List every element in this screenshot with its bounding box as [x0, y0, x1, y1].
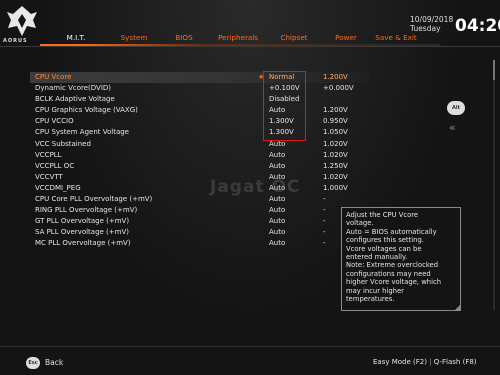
setting-label: CPU Vcore — [35, 73, 72, 81]
setting-label: Dynamic Vcore(DVID) — [35, 84, 112, 93]
aorus-logo — [5, 4, 39, 40]
setting-row[interactable]: VCC Substained Auto 1.020V — [30, 139, 370, 150]
help-line: configurations may need — [346, 269, 431, 278]
setting-row[interactable]: VCCPLL OC Auto 1.250V — [30, 161, 370, 172]
setting-current: 0.950V — [323, 117, 348, 126]
setting-value[interactable]: Auto — [269, 227, 285, 238]
setting-current: - — [323, 206, 326, 215]
setting-current: 1.000V — [323, 183, 348, 192]
help-corner-decoration — [454, 304, 461, 311]
setting-current: - — [323, 217, 326, 226]
setting-value[interactable]: Auto — [269, 161, 285, 172]
qflash-link[interactable]: Q-Flash (F8) — [434, 358, 477, 366]
setting-current: 1.020V — [323, 150, 348, 159]
setting-row[interactable]: CPU Graphics Voltage (VAXG) Auto 1.200V — [30, 105, 370, 116]
header: AORUS 10/09/2018 Tuesday 04:20 M.I.T. Sy… — [0, 0, 500, 47]
back-label[interactable]: Back — [45, 358, 63, 367]
setting-current: - — [323, 195, 326, 204]
help-line: Vcore voltages can be — [346, 244, 422, 253]
date-display: 10/09/2018 Tuesday — [410, 15, 453, 33]
help-line: higher Vcore voltage, which — [346, 278, 442, 287]
help-panel: Adjust the CPU Vcore voltage. Auto = BIO… — [341, 207, 461, 311]
tab-system[interactable]: System — [108, 32, 160, 44]
setting-label: VCCVTT — [35, 172, 63, 181]
help-line: configures this setting. — [346, 236, 424, 245]
setting-row[interactable]: GT PLL Overvoltage (+mV) Auto - — [30, 216, 370, 227]
setting-label: BCLK Adaptive Voltage — [35, 95, 115, 104]
alt-button[interactable]: Alt — [447, 101, 465, 115]
scrollbar-track[interactable] — [493, 60, 495, 310]
footer-separator: | — [429, 358, 432, 366]
setting-label: VCCPLL — [35, 150, 62, 159]
setting-row[interactable]: Dynamic Vcore(DVID) +0.100V +0.000V — [30, 83, 370, 94]
header-accent-line — [40, 44, 440, 46]
voltage-settings-list: CPU Vcore ★ Normal 1.200V Dynamic Vcore(… — [30, 72, 370, 250]
setting-current: - — [323, 228, 326, 237]
esc-button[interactable]: Esc — [26, 357, 40, 369]
setting-label: SA PLL Overvoltage (+mV) — [35, 228, 129, 237]
help-line: voltage. — [346, 219, 374, 228]
main-tabs: M.I.T. System BIOS Peripherals Chipset P… — [44, 32, 420, 47]
footer-divider — [0, 346, 500, 347]
help-line: entered manually. — [346, 253, 408, 262]
setting-row[interactable]: CPU System Agent Voltage 1.300V 1.050V — [30, 127, 370, 138]
setting-current: 1.200V — [323, 73, 348, 81]
watermark: Jagat OC — [210, 177, 301, 197]
easy-mode-link[interactable]: Easy Mode (F2) — [373, 358, 427, 366]
scrollbar-thumb[interactable] — [493, 60, 495, 80]
setting-row[interactable]: MC PLL Overvoltage (+mV) Auto - — [30, 238, 370, 249]
setting-label: CPU Core PLL Overvoltage (+mV) — [35, 195, 153, 204]
setting-row[interactable]: VCCPLL Auto 1.020V — [30, 150, 370, 161]
tab-peripherals[interactable]: Peripherals — [212, 32, 264, 44]
help-line: temperatures. — [346, 295, 395, 304]
setting-label: CPU Graphics Voltage (VAXG) — [35, 106, 138, 115]
setting-label: RING PLL Overvoltage (+mV) — [35, 206, 138, 215]
setting-row[interactable]: CPU Core PLL Overvoltage (+mV) Auto - — [30, 194, 370, 205]
setting-current: 1.020V — [323, 172, 348, 181]
setting-label: VCCDMI_PEG — [35, 183, 81, 192]
setting-value[interactable]: Auto — [269, 150, 285, 161]
setting-row[interactable]: CPU VCCIO 1.300V 0.950V — [30, 116, 370, 127]
setting-row[interactable]: VCCVTT Auto 1.020V — [30, 172, 370, 183]
tab-save-exit[interactable]: Save & Exit — [372, 32, 420, 44]
setting-value[interactable]: Auto — [269, 205, 285, 216]
setting-row[interactable]: BCLK Adaptive Voltage Disabled — [30, 94, 370, 105]
setting-current: 1.250V — [323, 161, 348, 170]
setting-current: 1.020V — [323, 139, 348, 148]
setting-current: +0.000V — [323, 84, 354, 93]
tab-chipset[interactable]: Chipset — [274, 32, 314, 44]
setting-label: MC PLL Overvoltage (+mV) — [35, 239, 131, 248]
header-divider — [0, 46, 500, 47]
setting-value[interactable]: Auto — [269, 238, 285, 249]
setting-value[interactable]: Auto — [269, 216, 285, 227]
highlight-box — [263, 71, 306, 141]
setting-current: - — [323, 239, 326, 248]
help-line: Adjust the CPU Vcore — [346, 211, 419, 219]
tab-bios[interactable]: BIOS — [166, 32, 202, 44]
setting-row-cpu-vcore[interactable]: CPU Vcore ★ Normal 1.200V — [30, 72, 370, 84]
logo-text: AORUS — [3, 38, 28, 44]
help-line: Auto = BIOS automatically — [346, 227, 437, 236]
setting-current: 1.050V — [323, 128, 348, 137]
setting-row[interactable]: RING PLL Overvoltage (+mV) Auto - — [30, 205, 370, 216]
setting-current: 1.200V — [323, 106, 348, 115]
setting-label: VCCPLL OC — [35, 161, 75, 170]
setting-label: VCC Substained — [35, 139, 91, 148]
clock: 04:20 — [455, 16, 500, 36]
footer-shortcuts: Easy Mode (F2) | Q-Flash (F8) — [373, 358, 477, 366]
setting-row[interactable]: VCCDMI_PEG Auto 1.000V — [30, 183, 370, 194]
setting-row[interactable]: SA PLL Overvoltage (+mV) Auto - — [30, 227, 370, 238]
setting-label: CPU System Agent Voltage — [35, 128, 129, 137]
tab-mit[interactable]: M.I.T. — [44, 32, 108, 47]
date-text: 10/09/2018 — [410, 15, 454, 24]
tab-power[interactable]: Power — [326, 32, 366, 44]
help-line: may incur higher — [346, 286, 404, 295]
collapse-arrows-icon[interactable]: « — [449, 121, 456, 134]
setting-label: CPU VCCIO — [35, 117, 74, 126]
setting-label: GT PLL Overvoltage (+mV) — [35, 217, 130, 226]
help-line: Note: Extreme overclocked — [346, 261, 439, 270]
